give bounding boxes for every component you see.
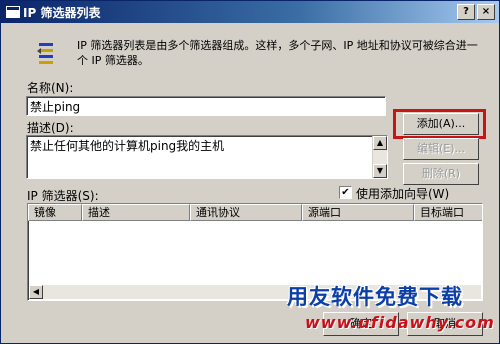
watermark-url: www.ufidawhy.com	[305, 313, 495, 332]
name-field[interactable]: 禁止ping	[26, 96, 386, 116]
scroll-up-icon[interactable]: ▲	[373, 136, 387, 150]
description-scrollbar[interactable]: ▲ ▼	[372, 136, 387, 178]
remove-button[interactable]: 删除(R)	[403, 163, 479, 185]
description-label: 描述(D):	[27, 121, 74, 135]
description-field-value: 禁止任何其他的计算机ping我的主机	[30, 139, 225, 153]
scroll-left-icon[interactable]: ◀	[29, 285, 43, 299]
dialog-description: IP 筛选器列表是由多个筛选器组成。这样，多个子网、IP 地址和协议可被综合进一…	[77, 39, 478, 67]
column-header-mirror[interactable]: 镜像	[28, 204, 82, 221]
use-wizard-checkbox[interactable]: ✔	[339, 186, 352, 199]
column-header-protocol[interactable]: 通讯协议	[190, 204, 302, 221]
name-label: 名称(N):	[27, 81, 74, 95]
window-title: IP 筛选器列表	[23, 6, 101, 20]
window-icon	[6, 6, 20, 18]
edit-button[interactable]: 编辑(E)...	[403, 138, 479, 160]
column-header-description[interactable]: 描述	[82, 204, 190, 221]
column-header-destination-port[interactable]: 目标端口	[414, 204, 482, 221]
description-field[interactable]: 禁止任何其他的计算机ping我的主机 ▲ ▼	[26, 135, 388, 179]
close-button[interactable]: ×	[477, 4, 495, 20]
add-button-highlight	[393, 109, 486, 139]
filters-label: IP 筛选器(S):	[27, 189, 99, 203]
scroll-down-icon[interactable]: ▼	[373, 164, 387, 178]
title-bar[interactable]: IP 筛选器列表 ? ×	[1, 1, 499, 23]
filter-list-icon	[37, 43, 53, 64]
watermark-title: 用友软件免费下载	[287, 285, 463, 309]
help-button[interactable]: ?	[457, 4, 475, 20]
column-header-source-port[interactable]: 源端口	[302, 204, 414, 221]
name-field-value: 禁止ping	[30, 100, 81, 114]
use-wizard-label[interactable]: 使用添加向导(W)	[356, 185, 449, 202]
